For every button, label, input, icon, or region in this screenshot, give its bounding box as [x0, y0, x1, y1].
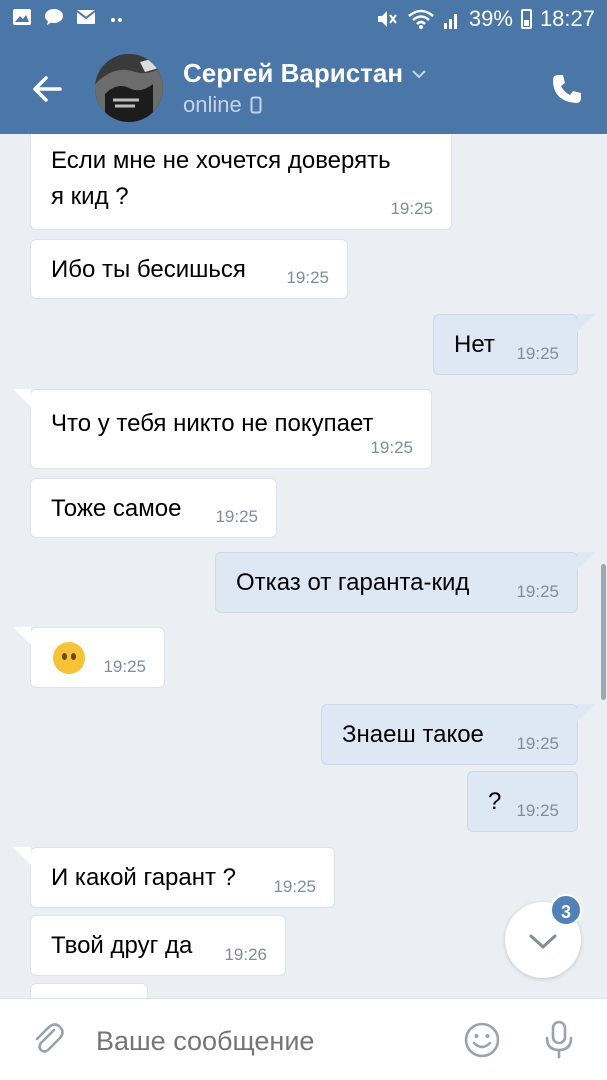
phone-icon[interactable]	[550, 72, 584, 106]
scrollbar[interactable]	[601, 564, 606, 700]
wifi-icon	[408, 9, 434, 29]
message-time: 19:25	[516, 582, 559, 601]
clock: 18:27	[539, 6, 595, 31]
message-bubble-outgoing[interactable]: Нет 19:25	[433, 314, 595, 375]
message-bubble-outgoing[interactable]: ? 19:25	[467, 771, 578, 832]
message-text: Твой друг да	[51, 932, 193, 959]
contact-status: online	[183, 92, 262, 118]
message-time: 19:25	[516, 734, 559, 753]
message-list[interactable]: Если мне не хочется доверять я кид ? 19:…	[0, 134, 607, 998]
message-text: Ибо ты бесишься	[51, 256, 246, 283]
message-time: 19:25	[516, 801, 559, 820]
bubble-tail	[13, 627, 31, 645]
message-text: Нет	[454, 331, 495, 358]
bubble-tail	[577, 552, 595, 570]
battery-icon	[520, 9, 532, 29]
contact-name[interactable]: Сергей Варистан	[183, 58, 427, 89]
message-bubble-incoming[interactable]: Что у тебя никто не покупает 19:25	[13, 389, 432, 469]
message-text: Если мне не хочется доверять	[51, 147, 391, 174]
message-time: 19:25	[273, 877, 316, 896]
message-text: И какой гарант ?	[51, 864, 237, 891]
message-time: 19:25	[103, 657, 146, 676]
status-bar: 39% 18:27	[0, 0, 607, 42]
chat-icon	[45, 9, 63, 25]
bubble-tail	[13, 389, 31, 407]
message-text: ?	[488, 788, 502, 815]
smile-icon[interactable]	[463, 1021, 501, 1059]
bubble-tail	[577, 314, 595, 332]
bubble-tail	[577, 704, 595, 722]
signal-icon	[443, 14, 457, 29]
back-arrow-icon[interactable]	[30, 72, 64, 106]
notification-icons	[12, 8, 128, 26]
message-bubble-outgoing[interactable]: Знаеш такое 19:25	[321, 704, 595, 765]
message-time: 19:25	[516, 344, 559, 363]
attach-icon[interactable]	[30, 1021, 66, 1057]
message-bubble-incoming[interactable]: Твой друг да 19:26	[30, 915, 286, 976]
message-input[interactable]	[96, 1023, 436, 1059]
message-time: 19:26	[224, 945, 267, 964]
avatar-image	[95, 54, 163, 122]
mobile-icon	[250, 96, 262, 114]
message-bubble-incoming[interactable]: Если мне не хочется доверять я кид ? 19:…	[30, 134, 452, 230]
image-icon	[13, 9, 31, 25]
message-bubble-incoming[interactable]: Тоже самое 19:25	[30, 478, 277, 538]
contact-status-text: online	[183, 92, 242, 117]
message-time: 19:25	[286, 268, 329, 287]
unread-count-badge: 3	[550, 894, 582, 926]
neutral-face-icon	[53, 642, 85, 674]
message-bubble-incoming[interactable]	[30, 983, 148, 998]
mute-icon	[377, 11, 397, 27]
message-text: Что у тебя никто не покупает	[51, 410, 374, 437]
message-text: Отказ от гаранта-кид	[236, 569, 470, 596]
message-bubble-outgoing[interactable]: Отказ от гаранта-кид 19:25	[215, 552, 595, 613]
message-time: 19:25	[390, 199, 433, 218]
mail-icon	[76, 10, 96, 24]
dots-icon	[111, 18, 122, 22]
chat-header: Сергей Варистан online	[0, 42, 607, 134]
message-time: 19:25	[215, 507, 258, 526]
message-composer	[0, 998, 607, 1080]
microphone-icon[interactable]	[542, 1019, 576, 1059]
battery-percent: 39%	[468, 6, 513, 31]
avatar[interactable]	[95, 54, 163, 122]
contact-name-text: Сергей Варистан	[183, 58, 404, 88]
message-text-line2: я кид ?	[51, 183, 129, 210]
message-text: Знаеш такое	[342, 721, 484, 748]
bubble-tail	[13, 847, 31, 865]
chevron-down-icon	[412, 69, 426, 78]
message-bubble-incoming[interactable]: И какой гарант ? 19:25	[13, 847, 335, 908]
system-status: 39% 18:27	[375, 6, 595, 32]
message-bubble-incoming[interactable]: Ибо ты бесишься 19:25	[30, 239, 348, 299]
message-text: Тоже самое	[51, 495, 182, 522]
message-time: 19:25	[370, 438, 413, 457]
message-bubble-incoming[interactable]: 19:25	[13, 627, 165, 688]
